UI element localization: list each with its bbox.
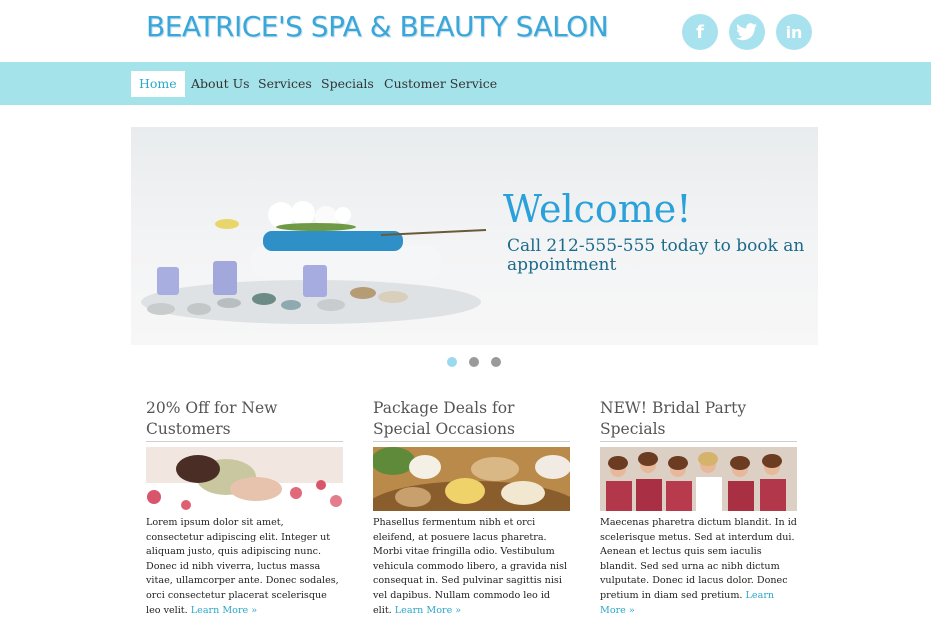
carousel-dot-1[interactable]: [447, 357, 457, 367]
nav-item-services[interactable]: Services: [250, 71, 320, 97]
hero-text: Call 212-555-555 today to book an appoin…: [507, 236, 805, 275]
carousel-dot-3[interactable]: [491, 357, 501, 367]
learn-more-link[interactable]: Learn More »: [191, 605, 257, 616]
twitter-icon[interactable]: [729, 14, 765, 50]
linkedin-icon[interactable]: in: [776, 14, 812, 50]
feature-column: 20% Off for New Customers Lorem ipsum do…: [146, 398, 343, 618]
site-header: BEATRICE'S SPA & BEAUTY SALON f in: [0, 0, 931, 62]
facial-image-art: [146, 447, 343, 511]
spa-basket-image: [373, 447, 570, 511]
nav-item-home[interactable]: Home: [131, 71, 185, 97]
feature-text: Lorem ipsum dolor sit amet, consectetur …: [146, 517, 339, 616]
facebook-icon[interactable]: f: [682, 14, 718, 50]
feature-text-block: Maecenas pharetra dictum blandit. In id …: [600, 516, 797, 618]
learn-more-link[interactable]: Learn More »: [395, 605, 461, 616]
feature-text-block: Lorem ipsum dolor sit amet, consectetur …: [146, 516, 343, 618]
feature-column: Package Deals for Special Occasions Phas…: [373, 398, 570, 618]
site-logo[interactable]: BEATRICE'S SPA & BEAUTY SALON: [146, 10, 609, 43]
bridal-party-image-art: [600, 447, 797, 511]
feature-text-block: Phasellus fermentum nibh et orci eleifen…: [373, 516, 570, 618]
facial-treatment-image: [146, 447, 343, 511]
hero-banner[interactable]: Welcome! Call 212-555-555 today to book …: [131, 127, 818, 345]
spa-still-life-image: [141, 201, 487, 324]
nav-item-specials[interactable]: Specials: [313, 71, 382, 97]
bridal-party-image: [600, 447, 797, 511]
twitter-bird-icon: [736, 23, 757, 41]
nav-item-about-us[interactable]: About Us: [183, 71, 258, 97]
feature-text: Phasellus fermentum nibh et orci eleifen…: [373, 517, 568, 616]
feature-title: Package Deals for Special Occasions: [373, 398, 570, 442]
spa-basket-image-art: [373, 447, 570, 511]
feature-text: Maecenas pharetra dictum blandit. In id …: [600, 517, 797, 601]
feature-title: 20% Off for New Customers: [146, 398, 343, 442]
carousel-dot-2[interactable]: [469, 357, 479, 367]
feature-title: NEW! Bridal Party Specials: [600, 398, 797, 442]
hero-title: Welcome!: [503, 187, 692, 231]
main-nav: Home About Us Services Specials Customer…: [0, 62, 931, 105]
nav-item-customer-service[interactable]: Customer Service: [376, 71, 505, 97]
feature-column: NEW! Bridal Party Specials Maecenas phar…: [600, 398, 797, 618]
